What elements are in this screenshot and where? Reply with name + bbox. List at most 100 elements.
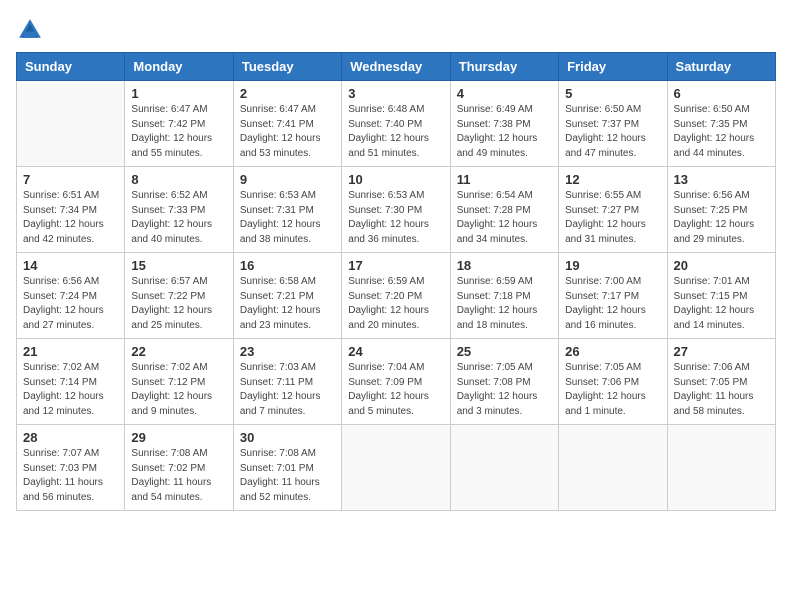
day-number: 7 [23,172,118,187]
day-number: 5 [565,86,660,101]
day-number: 12 [565,172,660,187]
day-cell: 4 Sunrise: 6:49 AM Sunset: 7:38 PM Daylig… [450,81,558,167]
day-number: 24 [348,344,443,359]
day-info: Sunrise: 6:59 AM Sunset: 7:20 PM Dayligh… [348,275,443,333]
day-cell: 11 Sunrise: 6:54 AM Sunset: 7:28 PM Dayli… [450,167,558,253]
day-cell: 9Sunrise: 6:53 AM Sunset: 7:31 PM Daylig… [233,167,341,253]
logo [16,16,48,44]
week-row-3: 14 Sunrise: 6:56 AM Sunset: 7:24 PM Dayli… [17,253,776,339]
day-number: 8 [131,172,226,187]
day-cell [17,81,125,167]
day-cell: 1 Sunrise: 6:47 AM Sunset: 7:42 PM Daylig… [125,81,233,167]
calendar-header-row: SundayMondayTuesdayWednesdayThursdayFrid… [17,53,776,81]
day-info: Sunrise: 7:02 AM Sunset: 7:14 PM Dayligh… [23,361,118,419]
day-cell: 2 Sunrise: 6:47 AM Sunset: 7:41 PM Daylig… [233,81,341,167]
day-cell: 17 Sunrise: 6:59 AM Sunset: 7:20 PM Dayli… [342,253,450,339]
day-cell: 10Sunrise: 6:53 AM Sunset: 7:30 PM Dayli… [342,167,450,253]
day-number: 1 [131,86,226,101]
col-header-friday: Friday [559,53,667,81]
day-info: Sunrise: 6:58 AM Sunset: 7:21 PM Dayligh… [240,275,335,333]
page-header [16,16,776,44]
week-row-4: 21 Sunrise: 7:02 AM Sunset: 7:14 PM Dayli… [17,339,776,425]
day-cell: 15 Sunrise: 6:57 AM Sunset: 7:22 PM Dayli… [125,253,233,339]
day-info: Sunrise: 6:57 AM Sunset: 7:22 PM Dayligh… [131,275,226,333]
calendar-table: SundayMondayTuesdayWednesdayThursdayFrid… [16,52,776,511]
day-cell: 3Sunrise: 6:48 AM Sunset: 7:40 PM Daylig… [342,81,450,167]
day-number: 30 [240,430,335,445]
day-number: 20 [674,258,769,273]
logo-icon [16,16,44,44]
day-info: Sunrise: 6:49 AM Sunset: 7:38 PM Dayligh… [457,103,552,161]
day-number: 27 [674,344,769,359]
day-number: 14 [23,258,118,273]
day-number: 18 [457,258,552,273]
day-info: Sunrise: 6:59 AM Sunset: 7:18 PM Dayligh… [457,275,552,333]
day-number: 15 [131,258,226,273]
day-info: Sunrise: 7:00 AM Sunset: 7:17 PM Dayligh… [565,275,660,333]
day-info: Sunrise: 7:08 AM Sunset: 7:01 PM Dayligh… [240,447,335,505]
day-number: 19 [565,258,660,273]
col-header-saturday: Saturday [667,53,775,81]
day-cell: 12 Sunrise: 6:55 AM Sunset: 7:27 PM Dayli… [559,167,667,253]
day-cell: 24 Sunrise: 7:04 AM Sunset: 7:09 PM Dayli… [342,339,450,425]
col-header-monday: Monday [125,53,233,81]
day-info: Sunrise: 7:01 AM Sunset: 7:15 PM Dayligh… [674,275,769,333]
day-cell: 22Sunrise: 7:02 AM Sunset: 7:12 PM Dayli… [125,339,233,425]
day-number: 2 [240,86,335,101]
day-info: Sunrise: 6:50 AM Sunset: 7:37 PM Dayligh… [565,103,660,161]
week-row-2: 7Sunrise: 6:51 AM Sunset: 7:34 PM Daylig… [17,167,776,253]
day-cell [450,425,558,511]
day-info: Sunrise: 7:05 AM Sunset: 7:06 PM Dayligh… [565,361,660,419]
day-info: Sunrise: 7:05 AM Sunset: 7:08 PM Dayligh… [457,361,552,419]
col-header-sunday: Sunday [17,53,125,81]
day-cell: 29 Sunrise: 7:08 AM Sunset: 7:02 PM Dayli… [125,425,233,511]
day-cell [342,425,450,511]
day-info: Sunrise: 6:53 AM Sunset: 7:30 PM Dayligh… [348,189,443,247]
day-number: 11 [457,172,552,187]
day-cell: 13Sunrise: 6:56 AM Sunset: 7:25 PM Dayli… [667,167,775,253]
day-cell: 26 Sunrise: 7:05 AM Sunset: 7:06 PM Dayli… [559,339,667,425]
day-cell: 18 Sunrise: 6:59 AM Sunset: 7:18 PM Dayli… [450,253,558,339]
col-header-thursday: Thursday [450,53,558,81]
week-row-1: 1 Sunrise: 6:47 AM Sunset: 7:42 PM Daylig… [17,81,776,167]
day-number: 9 [240,172,335,187]
day-number: 23 [240,344,335,359]
col-header-tuesday: Tuesday [233,53,341,81]
day-cell [559,425,667,511]
day-info: Sunrise: 7:04 AM Sunset: 7:09 PM Dayligh… [348,361,443,419]
week-row-5: 28 Sunrise: 7:07 AM Sunset: 7:03 PM Dayli… [17,425,776,511]
day-cell [667,425,775,511]
day-info: Sunrise: 7:03 AM Sunset: 7:11 PM Dayligh… [240,361,335,419]
day-number: 21 [23,344,118,359]
day-cell: 8 Sunrise: 6:52 AM Sunset: 7:33 PM Daylig… [125,167,233,253]
day-cell: 25Sunrise: 7:05 AM Sunset: 7:08 PM Dayli… [450,339,558,425]
day-number: 28 [23,430,118,445]
day-info: Sunrise: 6:47 AM Sunset: 7:41 PM Dayligh… [240,103,335,161]
day-info: Sunrise: 6:48 AM Sunset: 7:40 PM Dayligh… [348,103,443,161]
day-info: Sunrise: 7:07 AM Sunset: 7:03 PM Dayligh… [23,447,118,505]
day-info: Sunrise: 6:47 AM Sunset: 7:42 PM Dayligh… [131,103,226,161]
day-number: 26 [565,344,660,359]
day-cell: 30 Sunrise: 7:08 AM Sunset: 7:01 PM Dayli… [233,425,341,511]
day-info: Sunrise: 7:08 AM Sunset: 7:02 PM Dayligh… [131,447,226,505]
day-cell: 27 Sunrise: 7:06 AM Sunset: 7:05 PM Dayli… [667,339,775,425]
day-cell: 7Sunrise: 6:51 AM Sunset: 7:34 PM Daylig… [17,167,125,253]
day-info: Sunrise: 7:06 AM Sunset: 7:05 PM Dayligh… [674,361,769,419]
day-number: 16 [240,258,335,273]
day-info: Sunrise: 6:56 AM Sunset: 7:24 PM Dayligh… [23,275,118,333]
day-cell: 28 Sunrise: 7:07 AM Sunset: 7:03 PM Dayli… [17,425,125,511]
day-cell: 16 Sunrise: 6:58 AM Sunset: 7:21 PM Dayli… [233,253,341,339]
day-number: 4 [457,86,552,101]
day-cell: 21 Sunrise: 7:02 AM Sunset: 7:14 PM Dayli… [17,339,125,425]
day-number: 22 [131,344,226,359]
day-cell: 5 Sunrise: 6:50 AM Sunset: 7:37 PM Daylig… [559,81,667,167]
day-number: 6 [674,86,769,101]
day-info: Sunrise: 6:55 AM Sunset: 7:27 PM Dayligh… [565,189,660,247]
day-cell: 6Sunrise: 6:50 AM Sunset: 7:35 PM Daylig… [667,81,775,167]
day-number: 17 [348,258,443,273]
day-cell: 20 Sunrise: 7:01 AM Sunset: 7:15 PM Dayli… [667,253,775,339]
day-cell: 14 Sunrise: 6:56 AM Sunset: 7:24 PM Dayli… [17,253,125,339]
day-number: 29 [131,430,226,445]
day-info: Sunrise: 6:52 AM Sunset: 7:33 PM Dayligh… [131,189,226,247]
day-info: Sunrise: 6:54 AM Sunset: 7:28 PM Dayligh… [457,189,552,247]
